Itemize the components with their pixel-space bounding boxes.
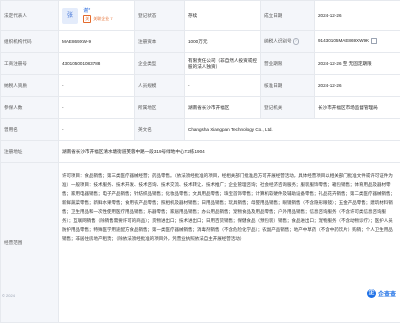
label-english-name: 英文名 bbox=[135, 119, 185, 141]
brand-logo-text: 企查查 bbox=[378, 289, 396, 298]
value-scope: 许可项目：食品销售；第三类医疗器械经营；药品零售。（依法须经批准的项目，经相关部… bbox=[59, 163, 400, 323]
value-reg-no: 430105001083788 bbox=[59, 53, 135, 75]
label-former-name: 曾用名 bbox=[1, 119, 59, 141]
value-authority: 长沙市开福区市场监督管理局 bbox=[315, 97, 400, 119]
value-reg-address[interactable]: 湖南省长沙市开福区清水塘街道芙蓉中路一段319号绿地中心T2栋1904 bbox=[59, 141, 400, 163]
value-region: 湖南省长沙市开福区 bbox=[185, 97, 261, 119]
label-reg-address: 注册地址 bbox=[1, 141, 59, 163]
label-authority: 登记机关 bbox=[261, 97, 315, 119]
label-reg-capital: 注册资本 bbox=[135, 31, 185, 53]
footer-text: © 2024 bbox=[2, 293, 15, 298]
label-org-code: 组织机构代码 bbox=[1, 31, 59, 53]
value-former-name: - bbox=[59, 119, 135, 141]
related-companies-text: 关联企业 7 bbox=[93, 16, 112, 21]
value-org-code: MAE869XW-9 bbox=[59, 31, 135, 53]
related-companies[interactable]: 关关联企业 7 bbox=[83, 15, 112, 23]
value-taxpayer-qual: - bbox=[59, 75, 135, 97]
brand-logo-icon: 企 bbox=[367, 289, 376, 298]
value-company-type: 有限责任公司（非自然人投资或控股的法人独资） bbox=[185, 53, 261, 75]
related-badge: 关 bbox=[83, 15, 91, 23]
value-established: 2024-12-26 bbox=[315, 1, 400, 31]
business-scope-text: 许可项目：食品销售；第三类医疗器械经营；药品零售。（依法须经批准的项目，经相关部… bbox=[62, 171, 396, 243]
table-row: 参保人数 - 所属地区 湖南省长沙市开福区 登记机关 长沙市开福区市场监督管理局 bbox=[1, 97, 400, 119]
label-legal-rep: 法定代表人 bbox=[1, 1, 59, 31]
legal-rep-cell: 张 谢* 关关联企业 7 bbox=[59, 1, 135, 31]
avatar: 张 bbox=[62, 8, 78, 24]
value-tax-id-text: 91430105MAE869XW9K bbox=[318, 39, 369, 44]
legal-rep-name[interactable]: 谢* bbox=[83, 8, 112, 15]
table-row: 纳税人资质 - 人员规模 - 核准日期 2024-12-26 bbox=[1, 75, 400, 97]
label-company-type: 企业类型 bbox=[135, 53, 185, 75]
label-region: 所属地区 bbox=[135, 97, 185, 119]
value-approval-date: 2024-12-26 bbox=[315, 75, 400, 97]
brand-logo: 企 企查查 bbox=[367, 288, 396, 298]
value-staff: - bbox=[185, 75, 261, 97]
label-staff: 人员规模 bbox=[135, 75, 185, 97]
business-info-table: 法定代表人 张 谢* 关关联企业 7 登记状态 存续 成立日期 2024-12-… bbox=[0, 0, 400, 323]
legal-rep-info: 谢* 关关联企业 7 bbox=[83, 8, 112, 23]
label-insured: 参保人数 bbox=[1, 97, 59, 119]
value-reg-capital: 1000万元 bbox=[185, 31, 261, 53]
value-status: 存续 bbox=[185, 1, 261, 31]
value-tax-id: 91430105MAE869XW9K bbox=[315, 31, 400, 53]
value-business-term: 2024-12-26 至 无固定期限 bbox=[315, 53, 400, 75]
help-icon[interactable]: ? bbox=[293, 38, 300, 45]
table-row: 组织机构代码 MAE869XW-9 注册资本 1000万元 纳税人识别号? 91… bbox=[1, 31, 400, 53]
label-tax-id-top: 纳税人识别号? bbox=[261, 31, 315, 53]
label-approval-date: 核准日期 bbox=[261, 75, 315, 97]
table-row: 曾用名 - 英文名 Changsha Xiangpan Technology C… bbox=[1, 119, 400, 141]
label-status: 登记状态 bbox=[135, 1, 185, 31]
label-established: 成立日期 bbox=[261, 1, 315, 31]
label-business-term: 营业期限 bbox=[261, 53, 315, 75]
table-row: 法定代表人 张 谢* 关关联企业 7 登记状态 存续 成立日期 2024-12-… bbox=[1, 1, 400, 31]
copy-icon[interactable] bbox=[371, 38, 377, 44]
label-reg-no: 工商注册号 bbox=[1, 53, 59, 75]
label-scope: 经营范围 bbox=[1, 163, 59, 323]
table-row: 工商注册号 430105001083788 企业类型 有限责任公司（非自然人投资… bbox=[1, 53, 400, 75]
value-english-name: Changsha Xiangpan Technology Co., Ltd. bbox=[185, 119, 400, 141]
company-info-panel: 法定代表人 张 谢* 关关联企业 7 登记状态 存续 成立日期 2024-12-… bbox=[0, 0, 400, 300]
label-tax-id-text: 纳税人识别号 bbox=[264, 39, 292, 44]
table-row: 注册地址 湖南省长沙市开福区清水塘街道芙蓉中路一段319号绿地中心T2栋1904 bbox=[1, 141, 400, 163]
label-taxpayer-qual: 纳税人资质 bbox=[1, 75, 59, 97]
table-row: 经营范围 许可项目：食品销售；第三类医疗器械经营；药品零售。（依法须经批准的项目… bbox=[1, 163, 400, 323]
value-insured: - bbox=[59, 97, 135, 119]
